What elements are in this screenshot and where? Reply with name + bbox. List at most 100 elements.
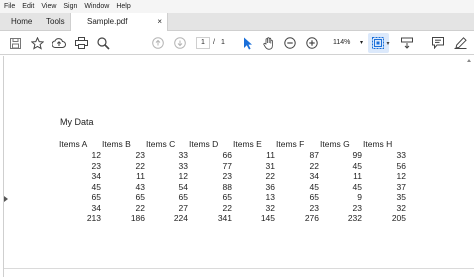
save-icon[interactable] — [8, 35, 22, 51]
table-cell: 45 — [91, 181, 101, 192]
table-cell: 77 — [222, 160, 232, 171]
chevron-down-icon: ▾ — [359, 40, 363, 46]
table-cell: 11 — [353, 171, 362, 181]
table-cell: 45 — [352, 181, 362, 192]
table-cell: 32 — [396, 202, 406, 213]
comment-icon[interactable] — [431, 35, 445, 51]
table-body: 12 23 33 66 11 87 99 33 23 22 33 77 31 22 45 56 34 11 12 23… — [58, 150, 406, 224]
column-header: Items C — [146, 139, 176, 149]
table-row: 34 22 27 22 32 23 23 32 — [58, 203, 406, 214]
menu-view[interactable]: View — [41, 0, 56, 13]
expand-panel-icon[interactable] — [4, 196, 8, 202]
tab-home[interactable]: Home — [11, 13, 32, 31]
column-header: Items D — [189, 139, 219, 149]
table-cell: 54 — [178, 181, 188, 192]
table-cell: 32 — [265, 202, 275, 213]
column-header: Items H — [363, 139, 393, 149]
table-cell: 23 — [135, 150, 145, 160]
table-cell: 22 — [309, 160, 319, 171]
table-cell: 27 — [178, 202, 188, 213]
table-cell: 99 — [352, 150, 362, 160]
zoom-out-icon[interactable] — [283, 35, 297, 51]
scroll-up-icon[interactable] — [464, 56, 474, 66]
print-icon[interactable] — [73, 35, 89, 51]
table-cell: 23 — [222, 171, 232, 181]
close-icon[interactable]: × — [157, 13, 162, 31]
column-header: Items F — [276, 139, 305, 149]
table-cell: 35 — [396, 192, 406, 202]
table-cell: 22 — [135, 160, 145, 171]
chevron-down-icon[interactable]: ▾ — [385, 35, 391, 51]
menu-sign[interactable]: Sign — [63, 0, 77, 13]
table-row: 12 23 33 66 11 87 99 33 — [58, 150, 406, 161]
table-cell: 34 — [91, 171, 101, 181]
page-up-icon[interactable] — [151, 35, 165, 51]
table-cell: 11 — [266, 150, 275, 160]
menu-window[interactable]: Window — [84, 0, 109, 13]
marquee-select-icon[interactable] — [371, 35, 385, 51]
table-row: 65 65 65 65 13 65 9 35 — [58, 192, 406, 203]
zoom-select[interactable]: 114% ▾ — [329, 37, 363, 49]
table-cell: 23 — [91, 160, 101, 171]
table-cell: 65 — [178, 192, 188, 202]
table-cell: 65 — [135, 192, 145, 202]
table-header-row: Items A Items B Items C Items D Items E … — [58, 139, 406, 150]
table-cell: 33 — [396, 150, 406, 160]
hand-icon[interactable] — [262, 35, 276, 51]
table-cell: 37 — [396, 181, 406, 192]
table-cell: 22 — [222, 202, 232, 213]
page-total: 1 — [221, 39, 225, 46]
tab-tools[interactable]: Tools — [46, 13, 65, 31]
table-row: 23 22 33 77 31 22 45 56 — [58, 161, 406, 172]
menu-file[interactable]: File — [4, 0, 15, 13]
find-icon[interactable] — [95, 35, 111, 51]
toolbar: 1 / 1 114% ▾ ▾ — [0, 31, 474, 55]
column-header: Items B — [102, 139, 131, 149]
page-bottom-divider — [4, 268, 474, 269]
column-header: Items A — [59, 139, 88, 149]
scroll-mode-icon[interactable] — [400, 35, 414, 51]
table-cell: 232 — [347, 213, 362, 223]
table-row: 213 186 224 341 145 276 232 205 — [58, 213, 406, 224]
bookmark-star-icon[interactable] — [29, 35, 45, 51]
table-cell: 36 — [265, 181, 275, 192]
column-header: Items G — [320, 139, 350, 149]
table-cell: 87 — [309, 150, 319, 160]
table-cell: 13 — [265, 192, 275, 202]
table-cell: 65 — [309, 192, 319, 202]
tab-bar: Home Tools Sample.pdf × — [0, 13, 474, 31]
page-number-input[interactable]: 1 — [196, 37, 210, 49]
table-cell: 45 — [309, 181, 319, 192]
table-cell: 33 — [178, 160, 188, 171]
table-row: 34 11 12 23 22 34 11 12 — [58, 171, 406, 182]
select-arrow-icon[interactable] — [241, 35, 255, 51]
table-cell: 31 — [265, 160, 275, 171]
column-header: Items E — [233, 139, 262, 149]
table-cell: 22 — [265, 171, 275, 181]
table-cell: 9 — [357, 192, 362, 202]
table-cell: 12 — [91, 150, 101, 160]
table-cell: 22 — [135, 202, 145, 213]
zoom-in-icon[interactable] — [305, 35, 319, 51]
zoom-value: 114% — [333, 39, 351, 46]
upload-icon[interactable] — [51, 35, 67, 51]
table-cell: 66 — [222, 150, 232, 160]
table-cell: 23 — [352, 202, 362, 213]
sign-icon[interactable] — [453, 35, 467, 51]
table-cell: 65 — [91, 192, 101, 202]
table-cell: 33 — [178, 150, 188, 160]
menu-help[interactable]: Help — [116, 0, 130, 13]
table-cell: 23 — [309, 202, 319, 213]
tab-document[interactable]: Sample.pdf × — [70, 13, 168, 31]
table-cell: 213 — [86, 213, 101, 223]
data-table: Items A Items B Items C Items D Items E … — [58, 139, 406, 224]
page-down-icon[interactable] — [173, 35, 187, 51]
left-panel-edge — [0, 56, 4, 277]
table-cell: 34 — [91, 202, 101, 213]
table-cell: 43 — [135, 181, 145, 192]
table-cell: 45 — [352, 160, 362, 171]
menu-edit[interactable]: Edit — [22, 0, 34, 13]
table-cell: 12 — [396, 171, 406, 181]
table-cell: 276 — [304, 213, 319, 223]
table-cell: 186 — [130, 213, 145, 223]
